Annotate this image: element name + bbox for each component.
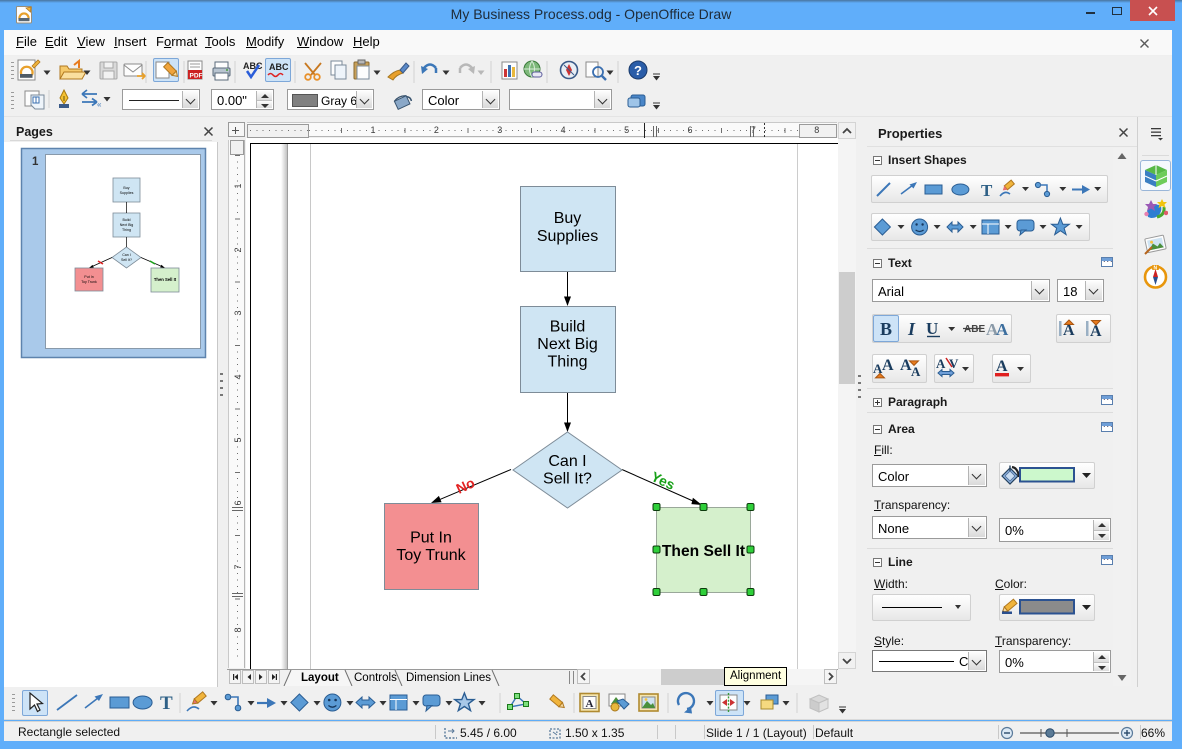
svg-text:T: T	[160, 693, 173, 714]
svg-text:Build: Build	[550, 319, 586, 336]
svg-text:Yes: Yes	[649, 468, 678, 493]
svg-text:A: A	[586, 698, 594, 710]
svg-text:ABC: ABC	[243, 61, 263, 71]
svg-text:?: ?	[634, 63, 642, 78]
svg-text:A: A	[996, 320, 1009, 339]
svg-text:T: T	[981, 181, 993, 200]
svg-text:Put In: Put In	[410, 530, 452, 547]
svg-text:PDF: PDF	[190, 73, 203, 80]
svg-text:Can I: Can I	[548, 453, 586, 470]
svg-text:Sell It?: Sell It?	[543, 471, 592, 488]
svg-text:U: U	[926, 319, 938, 338]
svg-text:No: No	[454, 474, 478, 496]
svg-text:Next Big: Next Big	[537, 336, 597, 353]
svg-text:Toy Trunk: Toy Trunk	[396, 547, 466, 564]
svg-text:B: B	[880, 319, 892, 339]
svg-text:Supplies: Supplies	[120, 191, 134, 195]
svg-text:Then Sell It: Then Sell It	[154, 277, 177, 282]
svg-text:ABC: ABC	[269, 62, 289, 72]
svg-text:N: N	[1154, 266, 1158, 272]
svg-text:A: A	[911, 364, 921, 379]
svg-text:A: A	[996, 358, 1008, 375]
svg-text:ABE: ABE	[964, 324, 985, 335]
svg-text:Build: Build	[123, 218, 131, 222]
svg-text:Put In: Put In	[84, 275, 93, 279]
svg-text:Sell It?: Sell It?	[121, 258, 132, 262]
svg-text:Supplies: Supplies	[537, 228, 598, 245]
svg-text:1: 1	[32, 156, 39, 168]
svg-text:Buy: Buy	[554, 210, 582, 227]
svg-text:A: A	[882, 357, 894, 374]
svg-text:«: «	[97, 100, 102, 109]
svg-text:Can I: Can I	[122, 253, 131, 257]
svg-text:Thing: Thing	[122, 228, 131, 232]
svg-text:Toy Trunk: Toy Trunk	[81, 280, 97, 284]
svg-text:I: I	[907, 319, 916, 339]
svg-text:Next Big: Next Big	[120, 223, 134, 227]
svg-text:A: A	[936, 356, 946, 371]
svg-text:Buy: Buy	[123, 186, 129, 190]
svg-text:V: V	[949, 356, 959, 371]
svg-text:Then Sell It: Then Sell It	[662, 543, 745, 560]
svg-text:Thing: Thing	[547, 354, 587, 371]
